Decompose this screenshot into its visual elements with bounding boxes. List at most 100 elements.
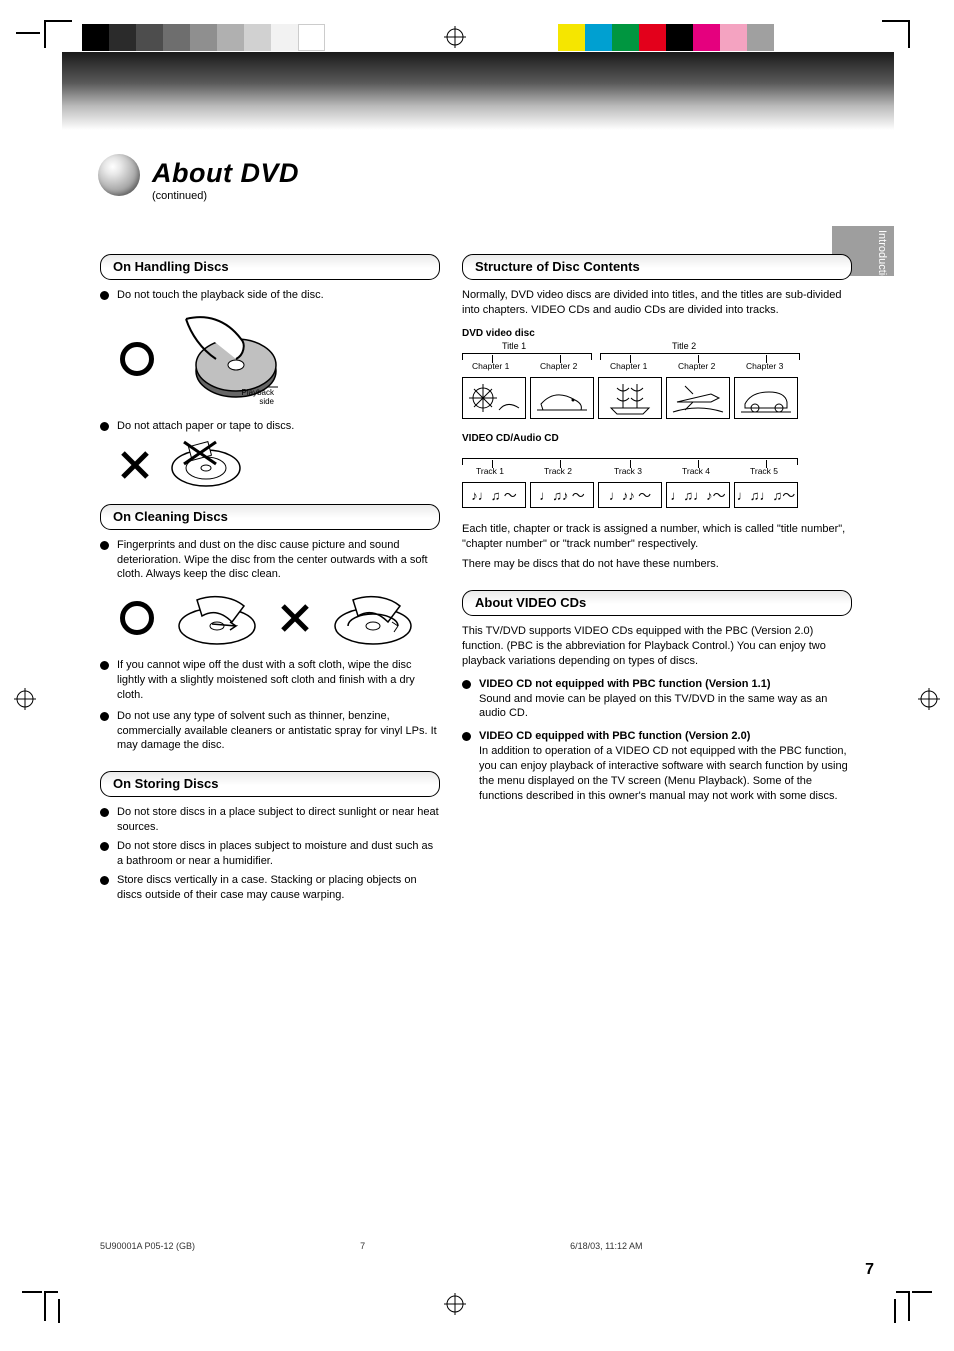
chapter1-label: Chapter 1 xyxy=(472,361,509,371)
footer-doc-ref-text: 5U90001A P05-12 (GB) xyxy=(100,1241,195,1251)
footer-timestamp: 6/18/03, 11:12 AM xyxy=(570,1241,642,1251)
thumb-notes-5: ♩♫♩♫〜 xyxy=(734,482,798,508)
chapter4-label: Chapter 2 xyxy=(678,361,715,371)
footer-doc-ref: 5U90001A P05-12 (GB) 7 6/18/03, 11:12 AM xyxy=(100,1241,643,1251)
handling-bullet-1: Do not touch the playback side of the di… xyxy=(100,288,440,303)
pbc-bullet-1: VIDEO CD not equipped with PBC function … xyxy=(462,677,852,722)
track3-label: Track 3 xyxy=(614,466,642,476)
crop-mark-bl xyxy=(44,1291,58,1321)
storing-bullet-2: Do not store discs in places subject to … xyxy=(100,839,440,869)
structure-para-2: Each title, chapter or track is assigned… xyxy=(462,522,852,552)
registration-mark-left xyxy=(14,688,36,710)
thumb-car xyxy=(734,377,798,419)
wipe-circular-illustration xyxy=(328,588,418,648)
handling-illustration-good: Playback side xyxy=(120,309,440,409)
page-number: 7 xyxy=(865,1261,874,1279)
ng-mark-icon xyxy=(280,603,310,633)
bullet-icon xyxy=(100,876,109,885)
title2-label: Title 2 xyxy=(672,341,696,351)
page-subtitle: (continued) xyxy=(152,190,207,202)
section-thumb-tab-label: Introduction xyxy=(876,230,888,287)
cleaning-bullet-2: If you cannot wipe off the dust with a s… xyxy=(100,658,440,703)
track5-label: Track 5 xyxy=(750,466,778,476)
section-header-pbc: About VIDEO CDs xyxy=(462,590,852,616)
chapter3-label: Chapter 1 xyxy=(610,361,647,371)
storing-bullet-2-text: Do not store discs in places subject to … xyxy=(117,839,440,869)
track4-label: Track 4 xyxy=(682,466,710,476)
thumb-ship-wheel xyxy=(462,377,526,419)
storing-bullet-3: Store discs vertically in a case. Stacki… xyxy=(100,873,440,903)
handling-bullet-2-text: Do not attach paper or tape to discs. xyxy=(117,419,440,434)
registration-mark-top xyxy=(444,26,466,48)
track1-label: Track 1 xyxy=(476,466,504,476)
footer-page-left: 7 xyxy=(360,1241,365,1251)
cleaning-bullet-1-text: Fingerprints and dust on the disc cause … xyxy=(117,538,440,583)
pbc-bullet-2-label: VIDEO CD equipped with PBC function (Ver… xyxy=(479,730,750,742)
cleaning-illustration-row xyxy=(120,588,440,648)
ok-mark-icon xyxy=(120,601,154,635)
thumb-notes-4: ♩♫♩♪〜 xyxy=(666,482,730,508)
cleaning-bullet-2-text: If you cannot wipe off the dust with a s… xyxy=(117,658,440,703)
registration-mark-right xyxy=(918,688,940,710)
grayscale-swatch-bar xyxy=(82,24,325,51)
title1-label: Title 1 xyxy=(502,341,526,351)
handling-bullet-2: Do not attach paper or tape to discs. xyxy=(100,419,440,434)
section-header-structure: Structure of Disc Contents xyxy=(462,254,852,280)
section-header-cleaning: On Cleaning Discs xyxy=(100,504,440,530)
handling-illustration-bad xyxy=(120,440,440,490)
cleaning-bullet-3: Do not use any type of solvent such as t… xyxy=(100,709,440,754)
chapter5-label: Chapter 3 xyxy=(746,361,783,371)
chapter2-label: Chapter 2 xyxy=(540,361,577,371)
crop-mark-br xyxy=(896,1291,910,1321)
storing-bullet-1: Do not store discs in a place subject to… xyxy=(100,805,440,835)
section-header-handling: On Handling Discs xyxy=(100,254,440,280)
disc-holding-illustration: Playback side xyxy=(166,309,296,409)
thumb-notes-3: ♩♪♪ 〜 xyxy=(598,482,662,508)
track2-label: Track 2 xyxy=(544,466,572,476)
svg-text:side: side xyxy=(259,397,274,406)
page-title: About DVD xyxy=(152,158,299,189)
thumb-sailing-ship xyxy=(598,377,662,419)
bullet-icon xyxy=(100,712,109,721)
disc-tape-illustration xyxy=(166,440,246,490)
dvd-diagram-label: DVD video disc xyxy=(462,328,852,339)
thumb-whale xyxy=(530,377,594,419)
bullet-icon xyxy=(100,291,109,300)
bullet-icon xyxy=(100,842,109,851)
ng-mark-icon xyxy=(120,450,150,480)
header-sphere-icon xyxy=(98,154,140,196)
wipe-outward-illustration xyxy=(172,588,262,648)
storing-bullet-3-text: Store discs vertically in a case. Stacki… xyxy=(117,873,440,903)
crop-mark-tl xyxy=(44,20,72,48)
pbc-bullet-1-body: Sound and movie can be played on this TV… xyxy=(479,693,827,720)
thumb-notes-1: ♪♩♫ 〜 xyxy=(462,482,526,508)
bullet-icon xyxy=(100,661,109,670)
bullet-icon xyxy=(100,808,109,817)
cleaning-bullet-3-text: Do not use any type of solvent such as t… xyxy=(117,709,440,754)
bullet-icon xyxy=(462,680,471,689)
structure-para-3: There may be discs that do not have thes… xyxy=(462,557,852,572)
section-header-storing: On Storing Discs xyxy=(100,771,440,797)
cleaning-bullet-1: Fingerprints and dust on the disc cause … xyxy=(100,538,440,583)
pbc-bullet-2: VIDEO CD equipped with PBC function (Ver… xyxy=(462,729,852,803)
thumb-airplane xyxy=(666,377,730,419)
color-swatch-bar xyxy=(558,24,774,51)
header-gradient-band xyxy=(62,52,894,130)
pbc-bullet-2-body: In addition to operation of a VIDEO CD n… xyxy=(479,745,848,802)
pbc-para-1: This TV/DVD supports VIDEO CDs equipped … xyxy=(462,624,852,669)
cd-diagram-label: VIDEO CD/Audio CD xyxy=(462,433,852,444)
thumb-notes-2: ♩♫♪ 〜 xyxy=(530,482,594,508)
playback-side-callout: Playback xyxy=(242,388,275,397)
storing-bullet-1-text: Do not store discs in a place subject to… xyxy=(117,805,440,835)
handling-bullet-1-text: Do not touch the playback side of the di… xyxy=(117,288,440,303)
pbc-bullet-1-label: VIDEO CD not equipped with PBC function … xyxy=(479,678,771,690)
registration-mark-bottom xyxy=(444,1293,466,1315)
bullet-icon xyxy=(100,541,109,550)
bullet-icon xyxy=(100,422,109,431)
ok-mark-icon xyxy=(120,342,154,376)
cd-structure-diagram: VIDEO CD/Audio CD Track 1 Track 2 Track … xyxy=(462,433,852,508)
crop-mark-tr xyxy=(882,20,910,48)
bullet-icon xyxy=(462,732,471,741)
structure-para-1: Normally, DVD video discs are divided in… xyxy=(462,288,852,318)
dvd-structure-diagram: DVD video disc Title 1 Title 2 Chapter 1… xyxy=(462,328,852,419)
